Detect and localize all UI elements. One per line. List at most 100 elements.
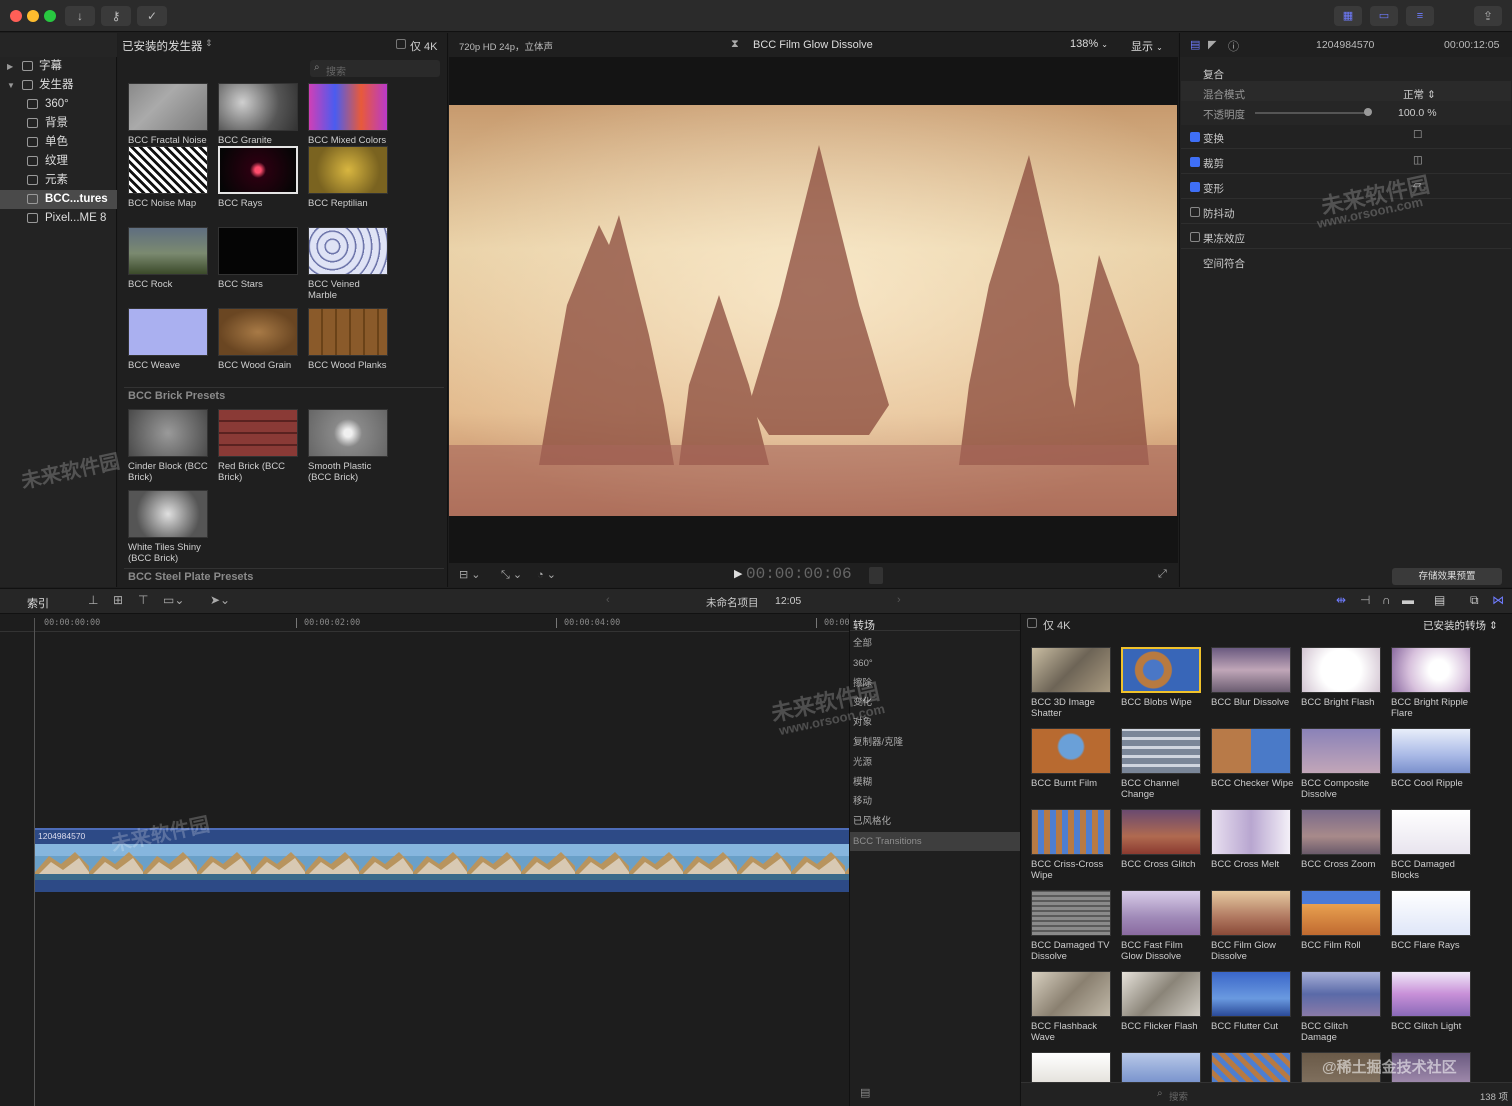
background-tasks-button[interactable]: ✓ [137, 6, 167, 26]
category-item[interactable]: 全部 [850, 634, 1020, 653]
transition-item[interactable]: BCC Glitch Light [1391, 971, 1475, 1032]
category-item[interactable]: 变化 [850, 693, 1020, 712]
generator-item[interactable]: BCC Fractal Noise [128, 83, 210, 146]
audio-skimming-icon[interactable]: ⊣ [1360, 593, 1370, 607]
transition-item[interactable]: BCC Criss-Cross Wipe [1031, 809, 1115, 881]
sidebar-item-360[interactable]: 360° [0, 95, 117, 114]
transition-item[interactable]: BCC Cross Melt [1211, 809, 1295, 870]
sidebar-item-textures[interactable]: 纹理 [0, 152, 117, 171]
sidebar-item-backgrounds[interactable]: 背景 [0, 114, 117, 133]
category-item[interactable]: 360° [850, 654, 1020, 673]
generator-item[interactable]: BCC Rays [218, 146, 300, 209]
select-tool-menu[interactable]: ➤⌄ [210, 593, 230, 607]
zoom-window-button[interactable] [44, 10, 56, 22]
transition-item[interactable]: BCC Flicker Flash [1121, 971, 1205, 1032]
transition-item[interactable]: BCC Film Glow Dissolve [1211, 890, 1295, 962]
category-item[interactable]: 擦除 [850, 674, 1020, 693]
category-item[interactable]: 对象 [850, 713, 1020, 732]
crop-checkbox[interactable] [1190, 157, 1200, 167]
category-item[interactable]: 复制器/克隆 [850, 733, 1020, 752]
transition-item[interactable]: BCC Channel Change [1121, 728, 1205, 800]
import-button[interactable]: ↓ [65, 6, 95, 26]
brick-preset-item[interactable]: Smooth Plastic (BCC Brick) [308, 409, 390, 483]
zoom-menu[interactable]: 138% ⌄ [1070, 38, 1108, 50]
only-4k-checkbox[interactable] [1027, 618, 1037, 628]
transition-item[interactable]: BCC Checker Wipe [1211, 728, 1295, 789]
index-button[interactable]: 索引 [27, 595, 49, 611]
category-item[interactable]: 移动 [850, 792, 1020, 811]
effects-browser-icon[interactable]: ⧉ [1470, 593, 1479, 608]
transition-item[interactable]: BCC Flutter Cut [1211, 971, 1295, 1032]
keywords-button[interactable]: ⚷ [101, 6, 131, 26]
brick-preset-item[interactable]: Cinder Block (BCC Brick) [128, 409, 210, 483]
speed-menu[interactable]: ◔ ⌄ [537, 568, 556, 581]
search-field[interactable]: 搜索 [1169, 1089, 1188, 1103]
distort-onscreen-icon[interactable]: ▱ [1413, 179, 1421, 191]
disclosure-triangle-icon[interactable]: ▼ [7, 76, 15, 95]
insert-clip-icon[interactable]: ⊞ [113, 593, 123, 607]
connect-clip-icon[interactable]: ⊥ [88, 593, 98, 607]
share-button[interactable]: ⇪ [1474, 6, 1502, 26]
generator-item[interactable]: BCC Stars [218, 227, 300, 290]
transition-item[interactable]: BCC Cross Glitch [1121, 809, 1205, 870]
sidebar-item-solids[interactable]: 单色 [0, 133, 117, 152]
transform-onscreen-icon[interactable]: ☐ [1413, 129, 1422, 141]
opacity-value[interactable]: 100.0 % [1398, 107, 1437, 119]
play-icon[interactable]: ▶ [734, 567, 742, 580]
save-effects-preset-button[interactable]: 存储效果预置 [1392, 568, 1502, 585]
transition-item[interactable]: BCC Cross Zoom [1301, 809, 1385, 870]
info-icon[interactable]: ⓘ [1228, 38, 1239, 54]
rolling-shutter-checkbox[interactable] [1190, 232, 1200, 242]
timeline-clip[interactable]: 1204984570 [35, 828, 849, 892]
sidebar-item-pixel-film[interactable]: Pixel...ME 8 [0, 209, 117, 228]
transition-item[interactable]: BCC Damaged Blocks [1391, 809, 1475, 881]
append-clip-icon[interactable]: ⊤ [138, 593, 148, 607]
transition-item[interactable]: BCC Cool Ripple [1391, 728, 1475, 789]
transition-item[interactable]: BCC Burnt Film [1031, 728, 1115, 789]
timeline[interactable]: 00:00:00:00 00:00:02:00 00:00:04:00 00:0… [0, 614, 850, 1106]
crop-onscreen-icon[interactable]: ◫ [1413, 154, 1423, 166]
timeline-toggle-button[interactable]: ▭ [1370, 6, 1398, 26]
generator-item[interactable]: BCC Mixed Colors [308, 83, 390, 146]
fullscreen-icon[interactable]: ⤢ [1158, 568, 1167, 581]
installed-transitions-menu[interactable]: 已安装的转场 ⇕ [1423, 618, 1498, 633]
category-item[interactable]: 模糊 [850, 773, 1020, 792]
generator-item[interactable]: BCC Noise Map [128, 146, 210, 209]
inspector-toggle-button[interactable]: ≡ [1406, 6, 1434, 26]
generator-item[interactable]: BCC Veined Marble [308, 227, 390, 301]
transition-item[interactable]: BCC Blobs Wipe [1121, 647, 1205, 708]
transition-item[interactable]: BCC Bright Flash [1301, 647, 1385, 708]
sidebar-item-elements[interactable]: 元素 [0, 171, 117, 190]
transition-item[interactable]: BCC Glitch Damage [1301, 971, 1385, 1043]
category-item[interactable]: BCC Transitions [850, 832, 1020, 851]
overwrite-clip-menu[interactable]: ▭⌄ [163, 593, 184, 607]
chevron-right-icon[interactable]: › [897, 594, 901, 606]
disclosure-triangle-icon[interactable]: ▶ [7, 57, 13, 76]
generator-item[interactable]: BCC Granite [218, 83, 300, 146]
generator-item[interactable]: BCC Weave [128, 308, 210, 371]
blend-mode-popup[interactable]: 正常 ⇕ [1403, 87, 1436, 102]
color-inspector-icon[interactable]: ◤ [1208, 38, 1216, 51]
display-menu[interactable]: 显示 ⌄ [1131, 38, 1163, 54]
transition-item[interactable]: BCC 3D Image Shatter [1031, 647, 1115, 719]
clip-appearance-icon[interactable]: ▤ [1434, 593, 1445, 607]
video-inspector-icon[interactable]: ▤ [1190, 38, 1200, 51]
category-item[interactable]: 光源 [850, 753, 1020, 772]
sidebar-item-generators[interactable]: ▼ 发生器 [0, 76, 117, 95]
viewer[interactable] [449, 57, 1178, 563]
search-input[interactable]: ⌕ 搜索 [310, 60, 440, 78]
generator-item[interactable]: BCC Rock [128, 227, 210, 290]
headphones-icon[interactable]: ∩ [1382, 593, 1391, 607]
transition-item[interactable]: BCC Flare Rays [1391, 890, 1475, 951]
browser-toggle-button[interactable]: ▦ [1334, 6, 1362, 26]
transition-item[interactable]: BCC Fast Film Glow Dissolve [1121, 890, 1205, 962]
transform-checkbox[interactable] [1190, 132, 1200, 142]
transition-item[interactable]: BCC Blur Dissolve [1211, 647, 1295, 708]
minimize-window-button[interactable] [27, 10, 39, 22]
brick-preset-item[interactable]: Red Brick (BCC Brick) [218, 409, 300, 483]
browser-title[interactable]: 已安装的发生器 [122, 38, 203, 54]
snapping-icon[interactable]: ▬ [1402, 593, 1414, 607]
generator-item[interactable]: BCC Wood Planks [308, 308, 390, 371]
generator-item[interactable]: BCC Wood Grain [218, 308, 300, 371]
generator-item[interactable]: BCC Reptilian [308, 146, 390, 209]
